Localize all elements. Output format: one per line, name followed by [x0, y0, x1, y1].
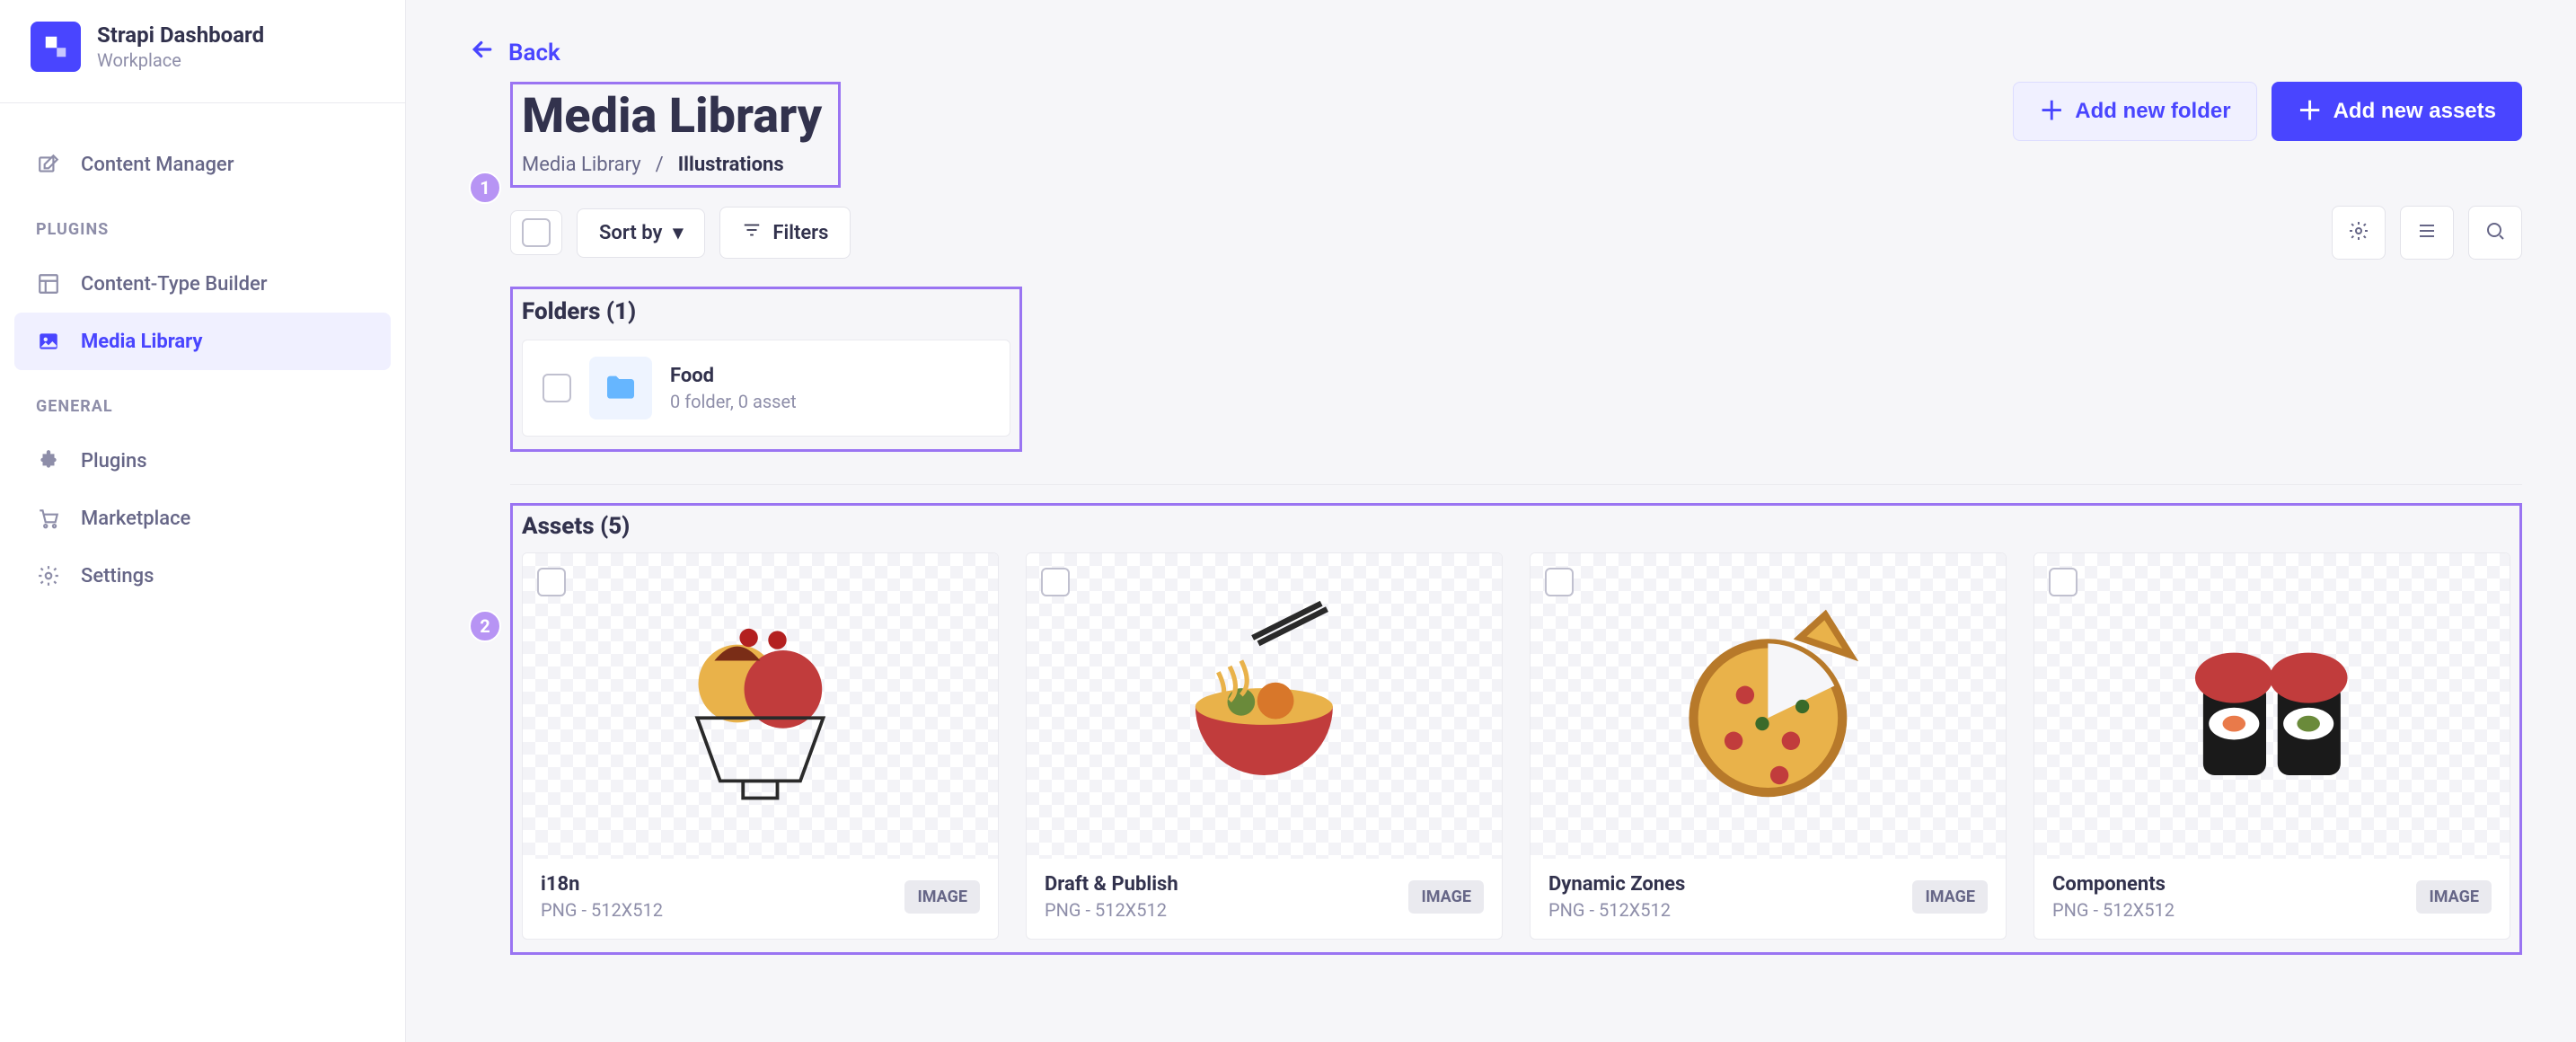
sidebar: Strapi Dashboard Workplace Content Manag… [0, 0, 406, 1042]
plus-icon: ＋ [2039, 99, 2064, 124]
select-all-wrap [510, 210, 562, 255]
page-title: Media Library [522, 88, 822, 145]
asset-image-ramen [1086, 592, 1442, 821]
asset-name: Draft & Publish [1045, 873, 1178, 896]
asset-checkbox[interactable] [537, 568, 566, 596]
asset-checkbox[interactable] [1545, 568, 1574, 596]
asset-meta: PNG - 512X512 [541, 899, 663, 921]
select-all-checkbox[interactable] [522, 218, 551, 247]
brand-title: Strapi Dashboard [97, 22, 264, 48]
gear-icon [36, 563, 61, 588]
annotation-1: 1 [469, 172, 501, 204]
plus-icon: ＋ [2298, 99, 2323, 124]
add-folder-button[interactable]: ＋ Add new folder [2013, 82, 2256, 141]
asset-thumbnail [2034, 553, 2510, 859]
breadcrumb: Media Library / Illustrations [522, 154, 822, 176]
search-icon [2484, 220, 2506, 245]
button-label: Add new assets [2333, 99, 2496, 124]
settings-view-button[interactable] [2332, 206, 2386, 260]
main: Back 1 Media Library Media Library / Ill… [406, 0, 2576, 1042]
asset-meta: PNG - 512X512 [2052, 899, 2175, 921]
sidebar-item-label: Settings [81, 565, 154, 587]
brand: Strapi Dashboard Workplace [0, 22, 405, 103]
sidebar-header-plugins: PLUGINS [14, 193, 391, 255]
sort-by-button[interactable]: Sort by ▾ [577, 208, 705, 258]
asset-name: Dynamic Zones [1548, 873, 1685, 896]
asset-name: i18n [541, 873, 663, 896]
sidebar-item-label: Media Library [81, 331, 203, 353]
divider [510, 484, 2522, 485]
asset-thumbnail [1531, 553, 2006, 859]
arrow-left-icon [469, 36, 496, 69]
breadcrumb-root[interactable]: Media Library [522, 154, 641, 176]
sidebar-item-content-manager[interactable]: Content Manager [14, 136, 391, 193]
assets-heading: Assets (5) [522, 513, 2510, 540]
sidebar-header-general: GENERAL [14, 370, 391, 432]
sidebar-item-label: Content-Type Builder [81, 273, 268, 296]
folders-heading: Folders (1) [522, 298, 1010, 325]
asset-card[interactable]: Draft & Publish PNG - 512X512 IMAGE [1026, 552, 1503, 940]
breadcrumb-sep: / [656, 154, 664, 176]
filters-label: Filters [772, 222, 828, 244]
asset-meta: PNG - 512X512 [1045, 899, 1178, 921]
caret-down-icon: ▾ [673, 222, 683, 244]
sidebar-item-settings[interactable]: Settings [14, 547, 391, 605]
gear-icon [2348, 220, 2369, 245]
asset-type-badge: IMAGE [2416, 880, 2492, 914]
sidebar-item-media-library[interactable]: Media Library [14, 313, 391, 370]
asset-image-icecream [582, 592, 939, 821]
asset-image-pizza [1590, 592, 1946, 821]
sort-by-label: Sort by [599, 222, 662, 244]
folder-checkbox[interactable] [543, 374, 571, 402]
image-icon [36, 329, 61, 354]
pencil-square-icon [36, 152, 61, 177]
asset-meta: PNG - 512X512 [1548, 899, 1685, 921]
back-label: Back [508, 40, 560, 66]
sidebar-item-label: Marketplace [81, 508, 190, 530]
asset-type-badge: IMAGE [904, 880, 980, 914]
breadcrumb-current: Illustrations [678, 154, 784, 176]
add-assets-button[interactable]: ＋ Add new assets [2272, 82, 2522, 141]
filters-button[interactable]: Filters [719, 207, 851, 259]
asset-thumbnail [1027, 553, 1502, 859]
asset-card[interactable]: i18n PNG - 512X512 IMAGE [522, 552, 999, 940]
filter-icon [742, 220, 762, 245]
folder-name: Food [670, 365, 797, 387]
asset-name: Components [2052, 873, 2175, 896]
sidebar-item-label: Plugins [81, 450, 147, 472]
asset-checkbox[interactable] [1041, 568, 1070, 596]
button-label: Add new folder [2075, 99, 2230, 124]
cart-icon [36, 506, 61, 531]
asset-card[interactable]: Dynamic Zones PNG - 512X512 IMAGE [1530, 552, 2007, 940]
asset-type-badge: IMAGE [1408, 880, 1484, 914]
asset-checkbox[interactable] [2049, 568, 2078, 596]
list-icon [2416, 220, 2438, 245]
asset-thumbnail [523, 553, 998, 859]
folder-icon [589, 357, 652, 419]
list-view-button[interactable] [2400, 206, 2454, 260]
brand-subtitle: Workplace [97, 49, 264, 71]
folder-card[interactable]: Food 0 folder, 0 asset [522, 340, 1010, 437]
puzzle-icon [36, 448, 61, 473]
sidebar-item-marketplace[interactable]: Marketplace [14, 490, 391, 547]
sidebar-item-content-type-builder[interactable]: Content-Type Builder [14, 255, 391, 313]
folder-meta: 0 folder, 0 asset [670, 391, 797, 412]
sidebar-item-plugins[interactable]: Plugins [14, 432, 391, 490]
back-link[interactable]: Back [469, 36, 560, 69]
search-button[interactable] [2468, 206, 2522, 260]
asset-type-badge: IMAGE [1912, 880, 1988, 914]
sidebar-item-label: Content Manager [81, 154, 234, 176]
brand-logo [31, 22, 81, 72]
asset-card[interactable]: Components PNG - 512X512 IMAGE [2033, 552, 2510, 940]
layout-icon [36, 271, 61, 296]
asset-image-sushi [2094, 592, 2450, 821]
